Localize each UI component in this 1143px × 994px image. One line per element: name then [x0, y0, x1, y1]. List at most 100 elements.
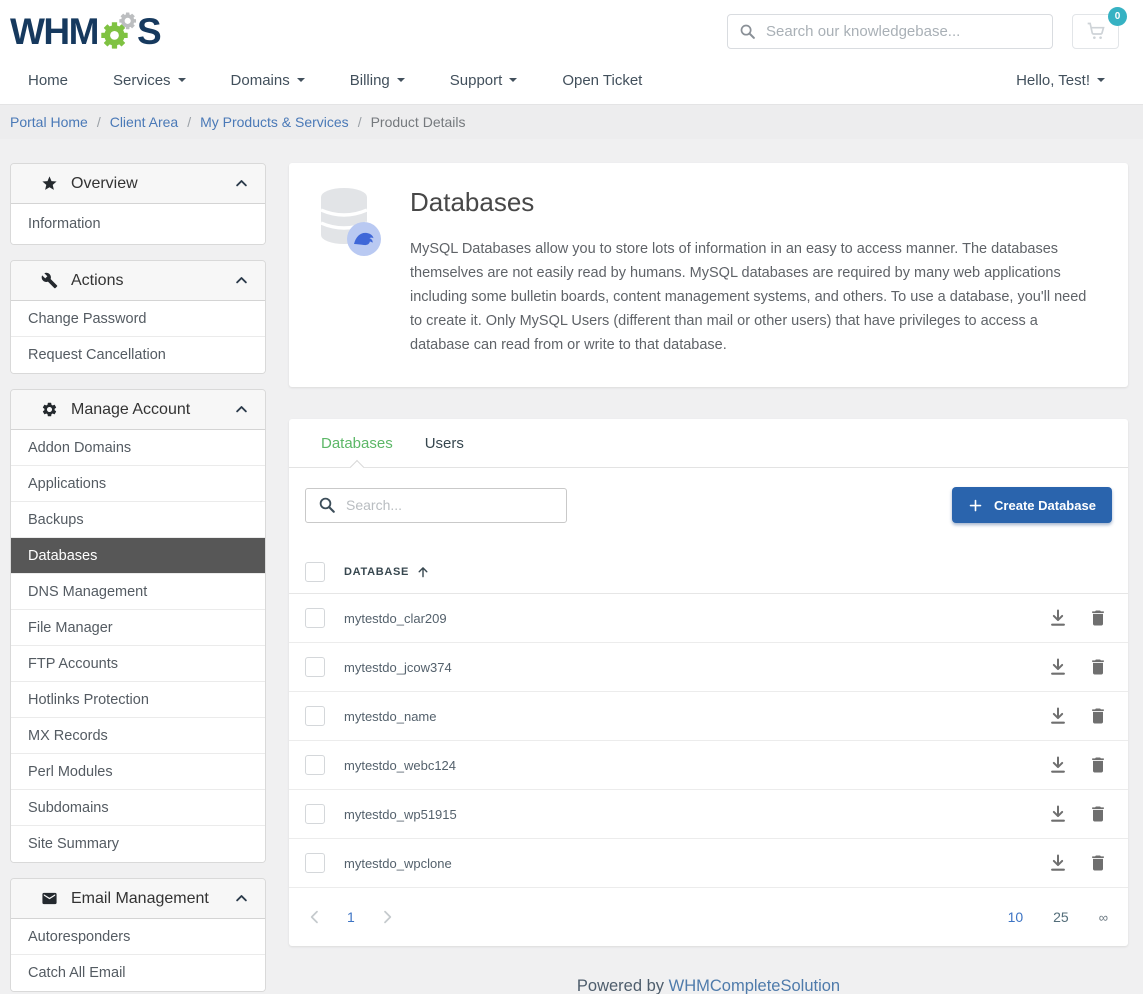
table-search	[305, 488, 567, 523]
sidebar-item-dns-management[interactable]: DNS Management	[11, 574, 265, 610]
caret-down-icon	[297, 78, 305, 82]
sidebar-item-information[interactable]: Information	[11, 204, 265, 244]
chevron-up-icon	[234, 891, 249, 906]
nav-item-domains[interactable]: Domains	[231, 72, 305, 89]
table-row: mytestdo_jcow374	[289, 643, 1128, 692]
sidebar-item-hotlinks-protection[interactable]: Hotlinks Protection	[11, 682, 265, 718]
row-checkbox[interactable]	[305, 706, 325, 726]
caret-down-icon	[509, 78, 517, 82]
download-button[interactable]	[1048, 706, 1068, 726]
nav-item-open-ticket[interactable]: Open Ticket	[562, 72, 642, 89]
sidebar-panel-email-management-header[interactable]: Email Management	[11, 879, 265, 919]
table-header-row: DATABASE	[289, 550, 1128, 594]
delete-button[interactable]	[1088, 706, 1108, 726]
intro-card: Databases MySQL Databases allow you to s…	[289, 163, 1128, 387]
sidebar-item-addon-domains[interactable]: Addon Domains	[11, 430, 265, 466]
sidebar-item-ftp-accounts[interactable]: FTP Accounts	[11, 646, 265, 682]
footer: Powered by WHMCompleteSolution	[289, 977, 1128, 994]
sidebar-item-applications[interactable]: Applications	[11, 466, 265, 502]
delete-button[interactable]	[1088, 608, 1108, 628]
plus-icon	[968, 498, 983, 513]
sidebar-panel-manage-account: Manage Account Addon Domains Application…	[10, 389, 266, 863]
sidebar-item-backups[interactable]: Backups	[11, 502, 265, 538]
powered-by-text: Powered by	[577, 977, 664, 994]
download-button[interactable]	[1048, 608, 1068, 628]
knowledgebase-search-input[interactable]	[727, 14, 1053, 49]
table-toolbar: Create Database	[289, 468, 1128, 550]
download-button[interactable]	[1048, 657, 1068, 677]
breadcrumb: Portal Home / Client Area / My Products …	[0, 104, 1143, 139]
download-icon	[1048, 804, 1068, 824]
nav-item-services[interactable]: Services	[113, 72, 186, 89]
wrench-icon	[41, 272, 58, 289]
sidebar-item-change-password[interactable]: Change Password	[11, 301, 265, 337]
database-name: mytestdo_name	[344, 709, 1048, 724]
tab-databases[interactable]: Databases	[305, 419, 409, 467]
tab-users[interactable]: Users	[409, 419, 480, 467]
previous-page-icon[interactable]	[307, 909, 323, 925]
sidebar-item-catch-all-email[interactable]: Catch All Email	[11, 955, 265, 991]
breadcrumb-current: Product Details	[371, 114, 466, 130]
sidebar-item-autoresponders[interactable]: Autoresponders	[11, 919, 265, 955]
breadcrumb-client-area[interactable]: Client Area	[110, 114, 178, 130]
row-checkbox[interactable]	[305, 755, 325, 775]
download-button[interactable]	[1048, 804, 1068, 824]
row-checkbox[interactable]	[305, 657, 325, 677]
delete-button[interactable]	[1088, 755, 1108, 775]
sidebar-item-site-summary[interactable]: Site Summary	[11, 826, 265, 862]
page-size-10[interactable]: 10	[1008, 909, 1024, 925]
search-icon	[739, 23, 756, 40]
whmcs-logo[interactable]: WHM	[10, 8, 160, 54]
create-database-button[interactable]: Create Database	[952, 487, 1112, 523]
database-name: mytestdo_webc124	[344, 758, 1048, 773]
database-name: mytestdo_clar209	[344, 611, 1048, 626]
sidebar-panel-actions-header[interactable]: Actions	[11, 261, 265, 301]
row-checkbox[interactable]	[305, 608, 325, 628]
table-search-input[interactable]	[305, 488, 567, 523]
row-checkbox[interactable]	[305, 853, 325, 873]
sidebar-item-request-cancellation[interactable]: Request Cancellation	[11, 337, 265, 373]
page-size-25[interactable]: 25	[1053, 909, 1069, 925]
next-page-icon[interactable]	[379, 909, 395, 925]
sidebar-panel-email-management: Email Management Autoresponders Catch Al…	[10, 878, 266, 992]
breadcrumb-my-products[interactable]: My Products & Services	[200, 114, 349, 130]
logo-text-whm: WHM	[10, 13, 98, 50]
sidebar-item-subdomains[interactable]: Subdomains	[11, 790, 265, 826]
column-header-database[interactable]: DATABASE	[344, 565, 430, 579]
sidebar-item-mx-records[interactable]: MX Records	[11, 718, 265, 754]
table-row: mytestdo_name	[289, 692, 1128, 741]
trash-icon	[1088, 706, 1108, 726]
databases-panel: Databases Users Create Database DATABASE	[289, 419, 1128, 946]
sidebar-item-file-manager[interactable]: File Manager	[11, 610, 265, 646]
sidebar-panel-overview-header[interactable]: Overview	[11, 164, 265, 204]
nav-item-home[interactable]: Home	[28, 72, 68, 89]
delete-button[interactable]	[1088, 804, 1108, 824]
user-menu[interactable]: Hello, Test!	[1016, 72, 1105, 89]
logo-text-s: S	[137, 13, 160, 50]
cart-button[interactable]: 0	[1072, 14, 1119, 49]
download-button[interactable]	[1048, 755, 1068, 775]
whmcompletesolution-link[interactable]: WHMCompleteSolution	[669, 977, 840, 994]
table-row: mytestdo_wpclone	[289, 839, 1128, 888]
sidebar-panel-manage-account-header[interactable]: Manage Account	[11, 390, 265, 430]
download-button[interactable]	[1048, 853, 1068, 873]
nav-item-support[interactable]: Support	[450, 72, 518, 89]
chevron-up-icon	[234, 176, 249, 191]
select-all-checkbox[interactable]	[305, 562, 325, 582]
row-checkbox[interactable]	[305, 804, 325, 824]
breadcrumb-portal-home[interactable]: Portal Home	[10, 114, 88, 130]
database-icon	[310, 183, 384, 259]
sidebar-item-perl-modules[interactable]: Perl Modules	[11, 754, 265, 790]
page-size-all[interactable]: ∞	[1099, 910, 1108, 925]
caret-down-icon	[1097, 78, 1105, 82]
trash-icon	[1088, 657, 1108, 677]
page-number[interactable]: 1	[347, 909, 355, 925]
table-row: mytestdo_clar209	[289, 594, 1128, 643]
download-icon	[1048, 657, 1068, 677]
sidebar-item-databases[interactable]: Databases	[11, 538, 265, 574]
delete-button[interactable]	[1088, 657, 1108, 677]
delete-button[interactable]	[1088, 853, 1108, 873]
search-icon	[318, 496, 336, 514]
nav-item-billing[interactable]: Billing	[350, 72, 405, 89]
main-content: Databases MySQL Databases allow you to s…	[289, 163, 1128, 994]
